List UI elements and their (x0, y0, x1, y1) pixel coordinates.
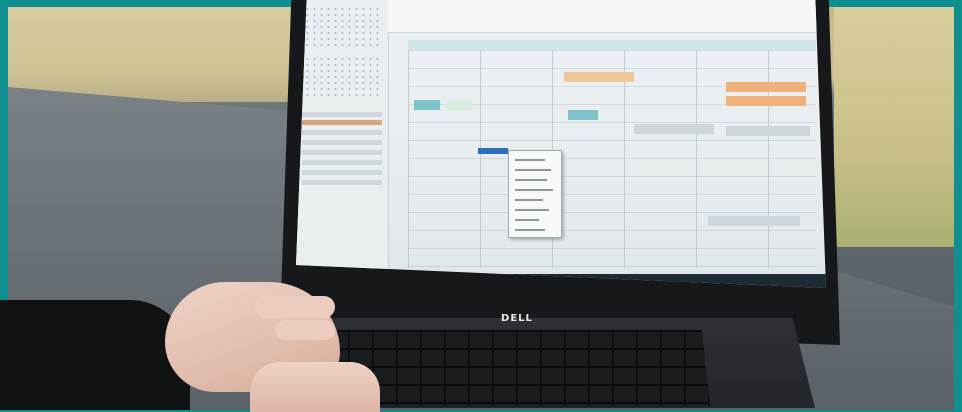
folder-item-selected (302, 120, 382, 125)
calendar-event (568, 110, 598, 120)
folder-item (302, 160, 382, 165)
mini-calendar-2 (304, 56, 380, 98)
finger (275, 320, 335, 340)
calendar-event (564, 72, 634, 82)
context-menu (508, 150, 562, 238)
folder-item (302, 112, 382, 117)
calendar-event (726, 82, 806, 92)
laptop-screen (296, 0, 826, 288)
folder-item (302, 130, 382, 135)
folder-item (302, 150, 382, 155)
calendar-event (446, 100, 472, 110)
day-header-row (408, 40, 816, 50)
calendar-event (414, 100, 440, 110)
calendar-event (634, 124, 714, 134)
calendar-ribbon (388, 0, 826, 33)
calendar-event (708, 216, 800, 226)
black-sleeve (0, 300, 190, 410)
selected-time-slot (478, 148, 508, 154)
folder-item (302, 180, 382, 185)
folder-item (302, 170, 382, 175)
grass-background-right (834, 7, 954, 247)
second-hand (250, 362, 380, 412)
laptop-logo: DELL (501, 313, 533, 324)
folder-item (302, 140, 382, 145)
calendar-event (726, 96, 806, 106)
calendar-sidebar (296, 0, 389, 288)
grass-background (8, 7, 308, 102)
finger (255, 296, 335, 318)
calendar-event (726, 126, 810, 136)
mini-calendar-1 (304, 6, 380, 48)
